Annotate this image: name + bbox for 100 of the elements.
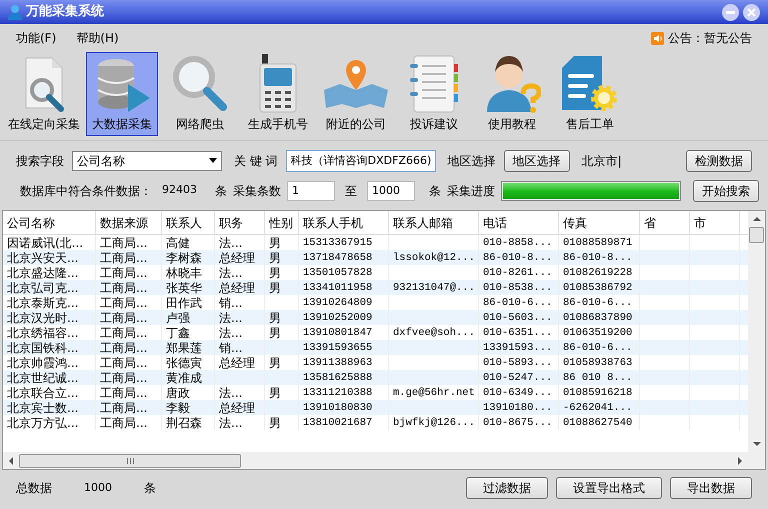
menu-item[interactable]: 帮助(H) bbox=[76, 29, 119, 47]
status-button[interactable]: 导出数据 bbox=[670, 477, 752, 499]
table-cell: 15313367915 bbox=[303, 236, 372, 250]
toolbar-button[interactable]: 在线定向采集 bbox=[8, 52, 80, 136]
table-cell: 工商局... bbox=[100, 310, 148, 324]
match-label: 数据库中符合条件数据： bbox=[20, 182, 152, 200]
to-field[interactable]: 1000 bbox=[367, 180, 415, 200]
status-button[interactable]: 过滤数据 bbox=[466, 477, 548, 499]
table-cell: 工商局... bbox=[100, 280, 148, 294]
table-cell: 男 bbox=[269, 310, 281, 324]
table-cell: 北京世纪诚... bbox=[7, 370, 78, 384]
close-button[interactable] bbox=[743, 4, 760, 20]
from-field[interactable]: 1 bbox=[287, 180, 335, 200]
column-header[interactable]: 职务 bbox=[215, 211, 265, 234]
table-cell: 销... bbox=[219, 296, 242, 310]
table-cell: 86-010-8... bbox=[483, 250, 552, 264]
unit-label: 条 bbox=[215, 182, 227, 200]
table-cell: 李毅 bbox=[166, 400, 190, 414]
table-cell: 北京兴安天... bbox=[7, 250, 78, 264]
table-cell: 北京弘司克... bbox=[7, 280, 78, 294]
close-icon bbox=[747, 8, 756, 16]
column-header[interactable]: 数据来源 bbox=[96, 211, 162, 234]
horizontal-scrollbar[interactable] bbox=[3, 452, 765, 469]
table-cell: 86-010-6... bbox=[563, 296, 632, 310]
table-cell: 工商局... bbox=[100, 326, 148, 340]
search-field-label: 搜索字段 bbox=[16, 152, 64, 170]
column-header[interactable]: 性别 bbox=[265, 211, 299, 234]
table-cell: 男 bbox=[269, 356, 281, 370]
column-header[interactable]: 联系人 bbox=[162, 211, 215, 234]
table-cell: 010-8858... bbox=[483, 236, 552, 250]
table-cell: 13810021687 bbox=[303, 416, 372, 430]
window-title: 万能采集系统 bbox=[26, 2, 104, 22]
document-gear-icon bbox=[560, 54, 620, 114]
scroll-thumb[interactable] bbox=[19, 454, 241, 468]
table-cell: 黄准成 bbox=[166, 370, 202, 384]
table-cell: 工商局... bbox=[100, 266, 148, 280]
field-dropdown[interactable]: 公司名称 bbox=[72, 150, 222, 170]
table-cell: 13910252009 bbox=[303, 310, 372, 324]
table-cell: 01088589871 bbox=[563, 236, 632, 250]
table-cell: 总经理 bbox=[219, 280, 255, 294]
table-cell: 010-5247... bbox=[483, 370, 552, 384]
table-cell: lssokok@12... bbox=[393, 250, 475, 264]
column-header[interactable]: 公司名称 bbox=[3, 211, 96, 234]
toolbar-button[interactable]: 附近的公司 bbox=[320, 52, 392, 136]
table-cell: 高健 bbox=[166, 236, 190, 250]
column-header[interactable]: 省 bbox=[640, 211, 690, 234]
column-header[interactable]: 传真 bbox=[559, 211, 640, 234]
vertical-scrollbar[interactable] bbox=[748, 211, 765, 452]
toolbar-button[interactable]: 大数据采集 bbox=[86, 52, 158, 136]
table-cell: 张英华 bbox=[166, 280, 202, 294]
count-label: 采集条数 bbox=[233, 182, 281, 200]
toolbar-button[interactable]: 网络爬虫 bbox=[164, 52, 236, 136]
table-cell: 01086837890 bbox=[563, 310, 632, 324]
table-cell: 北京汉光时... bbox=[7, 310, 78, 324]
progress-label: 采集进度 bbox=[447, 182, 495, 200]
table-cell: 010-6349... bbox=[483, 386, 552, 400]
table-cell: 总经理 bbox=[219, 400, 255, 414]
status-button[interactable]: 设置导出格式 bbox=[556, 477, 662, 499]
check-data-button[interactable]: 检测数据 bbox=[686, 150, 752, 172]
table-cell: 北京宾士数... bbox=[7, 400, 78, 414]
region-button[interactable]: 地区选择 bbox=[504, 150, 570, 172]
match-count: 92403 bbox=[162, 182, 197, 198]
toolbar-button[interactable]: 投诉建议 bbox=[398, 52, 470, 136]
table-cell: 工商局... bbox=[100, 370, 148, 384]
announcement-text: 公告：暂无公告 bbox=[668, 30, 752, 47]
table-cell: 因诺威讯(北... bbox=[7, 236, 84, 250]
table-cell: 男 bbox=[269, 236, 281, 250]
toolbar-button[interactable]: 生成手机号 bbox=[242, 52, 314, 136]
column-header[interactable]: 电话 bbox=[479, 211, 559, 234]
column-header[interactable]: 联系人手机 bbox=[299, 211, 389, 234]
grip-icon bbox=[126, 458, 134, 464]
table-cell: 北京泰斯克... bbox=[7, 296, 78, 310]
table-cell: 张德寅 bbox=[166, 356, 202, 370]
table-cell: 010-8261... bbox=[483, 266, 552, 280]
table-cell: 13581625888 bbox=[303, 370, 372, 384]
table-cell: 010-6351... bbox=[483, 326, 552, 340]
column-header[interactable]: 市 bbox=[690, 211, 740, 234]
table-cell: dxfvee@soh... bbox=[393, 326, 475, 340]
table-cell: 工商局... bbox=[100, 356, 148, 370]
menu-item[interactable]: 功能(F) bbox=[16, 29, 56, 47]
table-cell: 工商局... bbox=[100, 400, 148, 414]
table-cell: 田作武 bbox=[166, 296, 202, 310]
table-cell: 法... bbox=[219, 266, 242, 280]
table-cell: 唐政 bbox=[166, 386, 190, 400]
scroll-thumb[interactable] bbox=[749, 227, 764, 243]
table-cell: 86-010-6... bbox=[563, 340, 632, 354]
table-cell: 荆召森 bbox=[166, 416, 202, 430]
table-cell: 北京帅霞鸿... bbox=[7, 356, 78, 370]
keyword-field[interactable]: 科技（详情咨询DXDFZ666) bbox=[286, 150, 436, 172]
toolbar-button[interactable]: 售后工单 bbox=[554, 52, 626, 136]
table-cell: 法... bbox=[219, 416, 242, 430]
column-header[interactable]: 联系人邮箱 bbox=[389, 211, 479, 234]
table-cell: 010-8675... bbox=[483, 416, 552, 430]
start-search-button[interactable]: 开始搜索 bbox=[693, 180, 759, 202]
unit-label: 条 bbox=[429, 182, 441, 200]
toolbar-button[interactable]: 使用教程 bbox=[476, 52, 548, 136]
minimize-button[interactable] bbox=[722, 4, 739, 20]
table-cell: 北京万方弘... bbox=[7, 416, 78, 430]
table-cell: 13341011958 bbox=[303, 280, 372, 294]
table-cell: 卢强 bbox=[166, 310, 190, 324]
